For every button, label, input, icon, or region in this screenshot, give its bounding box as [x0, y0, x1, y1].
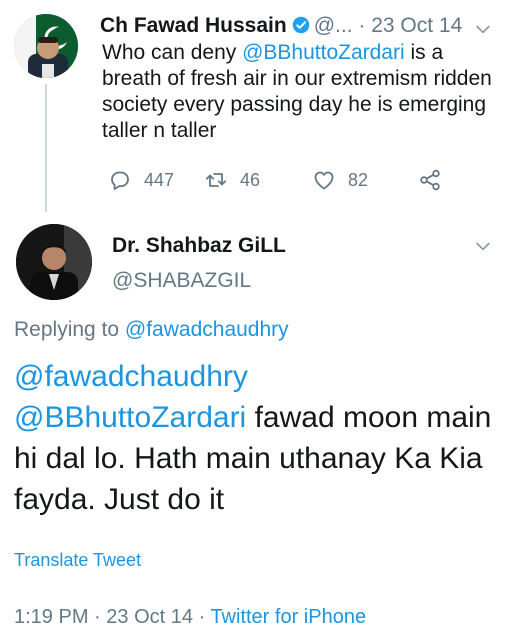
parent-text-before: Who can deny — [102, 41, 243, 64]
chevron-down-icon[interactable] — [473, 236, 493, 256]
retweet-icon — [205, 173, 227, 187]
mention-link-fawadchaudhry[interactable]: @fawadchaudhry — [14, 360, 248, 393]
tweet-time: 1:19 PM — [14, 606, 89, 628]
tweet-source-link[interactable]: Twitter for iPhone — [210, 606, 366, 628]
parent-avatar-image — [14, 14, 78, 78]
tweet-date: 23 Oct 14 — [106, 606, 193, 628]
parent-date[interactable]: 23 Oct 14 — [371, 14, 462, 37]
share-icon — [420, 169, 440, 191]
main-author-name[interactable]: Dr. Shahbaz GiLL — [112, 234, 286, 258]
reply-count: 447 — [144, 169, 175, 190]
retweet-count: 46 — [240, 169, 261, 190]
parent-avatar[interactable] — [14, 14, 78, 78]
main-author-handle[interactable]: @SHABAZGIL — [112, 269, 251, 293]
main-avatar[interactable] — [16, 224, 92, 300]
parent-author-name[interactable]: Ch Fawad Hussain — [100, 14, 287, 37]
main-tweet-text: @fawadchaudhry @BBhuttoZardari fawad moo… — [14, 356, 494, 520]
replying-to-line: Replying to @fawadchaudhry — [14, 318, 289, 342]
translate-tweet-link[interactable]: Translate Tweet — [14, 550, 141, 571]
meta-separator-1: · — [94, 606, 101, 628]
parent-mention-link[interactable]: @BBhuttoZardari — [242, 41, 405, 64]
like-icon — [314, 171, 334, 190]
retweet-action[interactable]: 46 — [204, 168, 260, 192]
like-action[interactable]: 82 — [312, 168, 368, 192]
thread-connector-line — [45, 84, 47, 212]
verified-badge-icon — [292, 16, 309, 34]
replying-to-prefix: Replying to — [14, 318, 125, 341]
parent-tweet-header: Ch Fawad Hussain @... · 23 Oct 14 — [100, 12, 462, 40]
main-avatar-image — [16, 224, 92, 300]
parent-separator: · — [358, 14, 366, 37]
tweet-meta: 1:19 PM · 23 Oct 14 · Twitter for iPhone — [14, 606, 366, 629]
parent-handle[interactable]: @... — [314, 14, 353, 37]
parent-tweet-text: Who can deny @BBhuttoZardari is a breath… — [102, 40, 492, 144]
reply-action[interactable]: 447 — [108, 168, 174, 192]
like-count: 82 — [348, 169, 369, 190]
chevron-down-icon[interactable] — [473, 19, 493, 39]
mention-link-bbhuttozardari[interactable]: @BBhuttoZardari — [14, 401, 246, 434]
meta-separator-2: · — [198, 606, 206, 628]
reply-icon — [111, 171, 129, 190]
share-action[interactable] — [418, 168, 442, 192]
replying-to-link[interactable]: @fawadchaudhry — [125, 318, 289, 341]
